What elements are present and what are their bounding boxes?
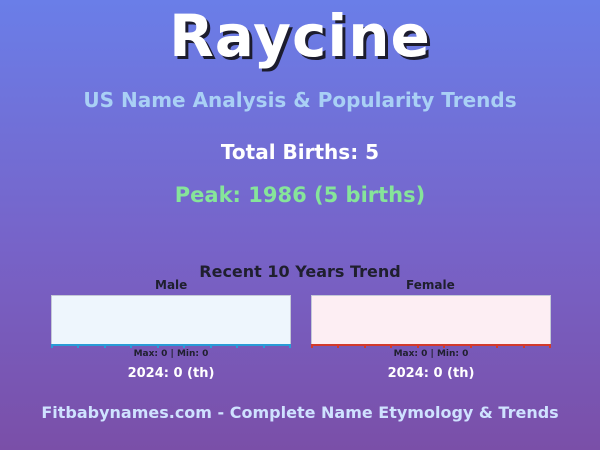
male-point-2 <box>77 344 80 348</box>
male-point-7 <box>209 344 212 348</box>
name-title: Raycine <box>169 2 431 70</box>
male-point-10 <box>289 344 291 348</box>
male-trend-chart <box>51 295 291 348</box>
female-point-5 <box>416 344 419 348</box>
male-rank: 2024: 0 (th) <box>127 366 215 381</box>
male-point-1 <box>51 344 53 348</box>
total-births: Total Births: 5 <box>220 140 380 164</box>
page-subtitle: US Name Analysis & Popularity Trends <box>83 88 517 112</box>
male-baseline <box>51 344 291 346</box>
female-point-6 <box>443 344 446 348</box>
female-point-3 <box>363 344 366 348</box>
peak-year: Peak: 1986 (5 births) <box>174 183 426 207</box>
female-baseline <box>311 344 551 346</box>
male-point-3 <box>103 344 106 348</box>
female-point-1 <box>311 344 313 348</box>
female-label: Female <box>406 278 455 292</box>
female-stats: Max: 0 | Min: 0 <box>393 349 469 359</box>
female-point-8 <box>496 344 499 348</box>
footer-text: Fitbabynames.com - Complete Name Etymolo… <box>41 403 559 422</box>
female-point-9 <box>522 344 525 348</box>
male-point-6 <box>183 344 186 348</box>
male-point-8 <box>236 344 239 348</box>
female-point-7 <box>469 344 472 348</box>
male-point-4 <box>130 344 133 348</box>
male-point-5 <box>156 344 159 348</box>
male-label: Male <box>155 278 188 292</box>
male-stats: Max: 0 | Min: 0 <box>133 349 209 359</box>
female-point-2 <box>337 344 340 348</box>
female-trend-chart <box>311 295 551 348</box>
female-point-10 <box>549 344 551 348</box>
male-point-9 <box>262 344 265 348</box>
female-point-4 <box>390 344 393 348</box>
trend-title: Recent 10 Years Trend <box>199 262 401 281</box>
female-rank: 2024: 0 (th) <box>387 366 475 381</box>
